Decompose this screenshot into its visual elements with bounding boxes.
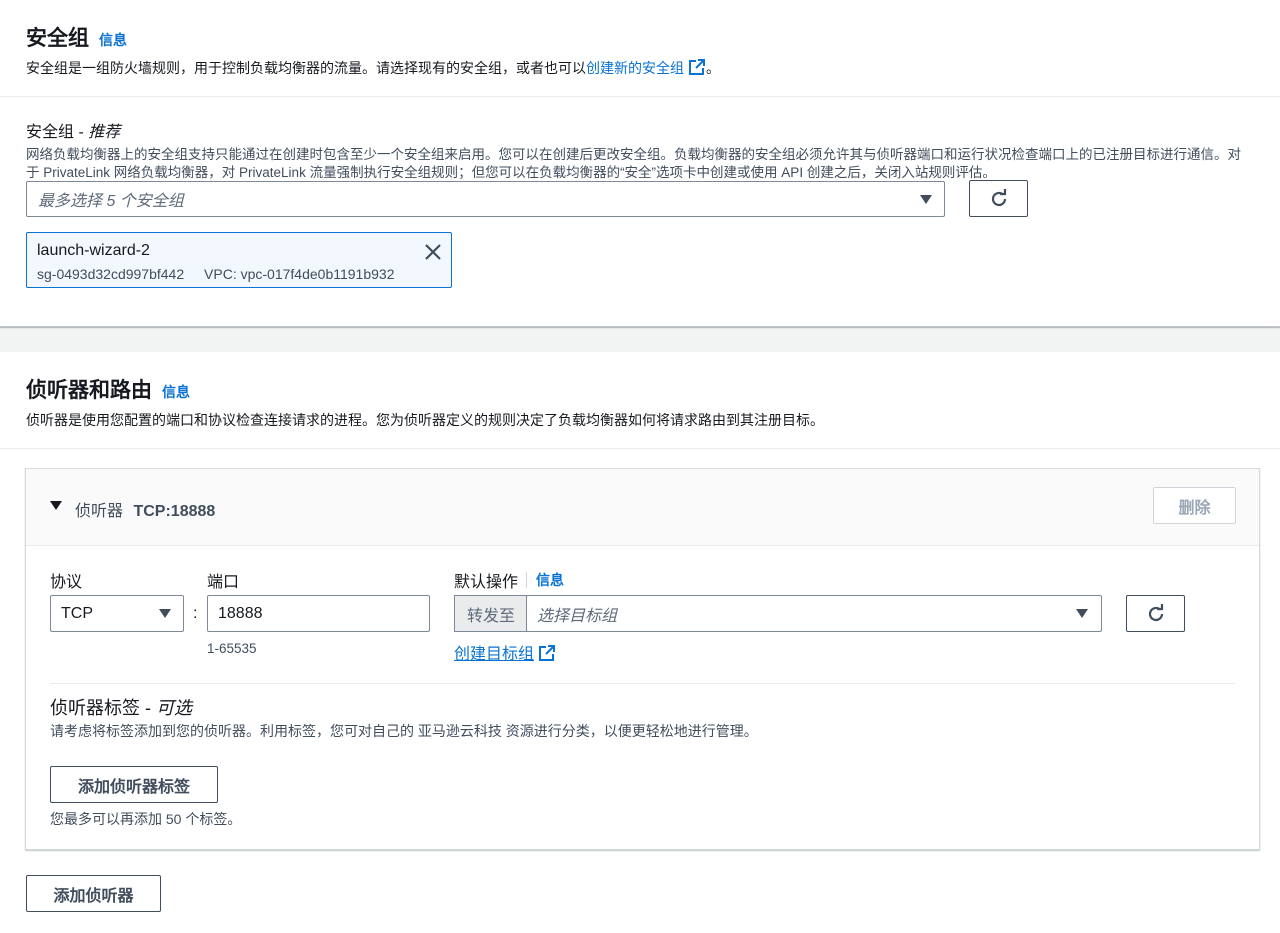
- security-group-info-link[interactable]: 信息: [99, 30, 127, 50]
- listeners-header: 侦听器和路由 信息 侦听器是使用您配置的端口和协议检查连接请求的进程。您为侦听器…: [0, 352, 1280, 449]
- target-group-select[interactable]: 选择目标组: [526, 595, 1102, 632]
- port-label: 端口: [207, 574, 240, 591]
- protocol-label: 协议: [50, 574, 83, 591]
- listeners-description: 侦听器是使用您配置的端口和协议检查连接请求的进程。您为侦听器定义的规则决定了负载…: [26, 412, 824, 428]
- refresh-icon: [1148, 603, 1163, 621]
- token-name: launch-wizard-2: [37, 242, 150, 259]
- port-range-hint: 1-65535: [207, 641, 257, 656]
- forward-to-addon: 转发至: [454, 595, 527, 632]
- expand-caret-icon[interactable]: [50, 501, 62, 510]
- tag-limit-hint: 您最多可以再添加 50 个标签。: [50, 811, 242, 827]
- create-security-group-link[interactable]: 创建新的安全组: [586, 60, 684, 76]
- caret-down-icon: [920, 195, 932, 204]
- listener-card-header[interactable]: 侦听器 TCP:18888 删除: [26, 469, 1259, 546]
- close-icon[interactable]: [424, 243, 442, 261]
- security-group-select-placeholder: 最多选择 5 个安全组: [38, 193, 184, 210]
- token-details: sg-0493d32cd997bf442 VPC: vpc-017f4de0b1…: [37, 266, 395, 282]
- port-input[interactable]: 18888: [207, 595, 430, 632]
- refresh-icon: [991, 188, 1006, 206]
- external-link-icon[interactable]: [688, 58, 706, 76]
- remove-listener-button[interactable]: 删除: [1153, 487, 1236, 524]
- add-listener-tag-button[interactable]: 添加侦听器标签: [50, 766, 218, 803]
- protocol-select[interactable]: TCP: [50, 595, 184, 632]
- external-link-icon[interactable]: [538, 644, 556, 662]
- listeners-title: 侦听器和路由 信息: [26, 379, 190, 402]
- refresh-target-groups-button[interactable]: [1126, 595, 1185, 632]
- listeners-info-link[interactable]: 信息: [162, 382, 190, 402]
- security-group-header: 安全组 信息 安全组是一组防火墙规则，用于控制负载均衡器的流量。请选择现有的安全…: [0, 0, 1280, 97]
- listener-card: 侦听器 TCP:18888 删除 协议 TCP : 端口 18888 1-655…: [25, 468, 1260, 850]
- default-action-label: 默认操作 信息: [454, 570, 565, 591]
- security-group-panel: 安全组 信息 安全组是一组防火墙规则，用于控制负载均衡器的流量。请选择现有的安全…: [0, 0, 1280, 327]
- selected-security-group-token: launch-wizard-2 sg-0493d32cd997bf442 VPC…: [26, 232, 452, 288]
- security-group-title: 安全组 信息: [26, 27, 127, 50]
- listener-tags-description: 请考虑将标签添加到您的侦听器。利用标签，您可对自己的 亚马逊云科技 资源进行分类…: [50, 723, 758, 739]
- listener-title: 侦听器 TCP:18888: [75, 503, 216, 520]
- security-group-field-description: 网络负载均衡器上的安全组支持只能通过在创建时包含至少一个安全组来启用。您可以在创…: [26, 147, 1241, 180]
- create-target-group-link[interactable]: 创建目标组: [454, 640, 556, 664]
- security-group-field-label: 安全组 - 推荐: [26, 124, 121, 141]
- refresh-security-groups-button[interactable]: [969, 180, 1028, 217]
- default-action-info-link[interactable]: 信息: [536, 570, 564, 590]
- add-listener-button[interactable]: 添加侦听器: [26, 875, 161, 912]
- caret-down-icon: [1076, 609, 1088, 618]
- protocol-port-separator: :: [193, 605, 198, 622]
- section-divider: [50, 683, 1235, 684]
- security-group-select[interactable]: 最多选择 5 个安全组: [26, 181, 945, 217]
- caret-down-icon: [159, 609, 171, 618]
- listener-tags-label: 侦听器标签 - 可选: [50, 698, 192, 718]
- security-group-description: 安全组是一组防火墙规则，用于控制负载均衡器的流量。请选择现有的安全组，或者也可以…: [26, 58, 720, 76]
